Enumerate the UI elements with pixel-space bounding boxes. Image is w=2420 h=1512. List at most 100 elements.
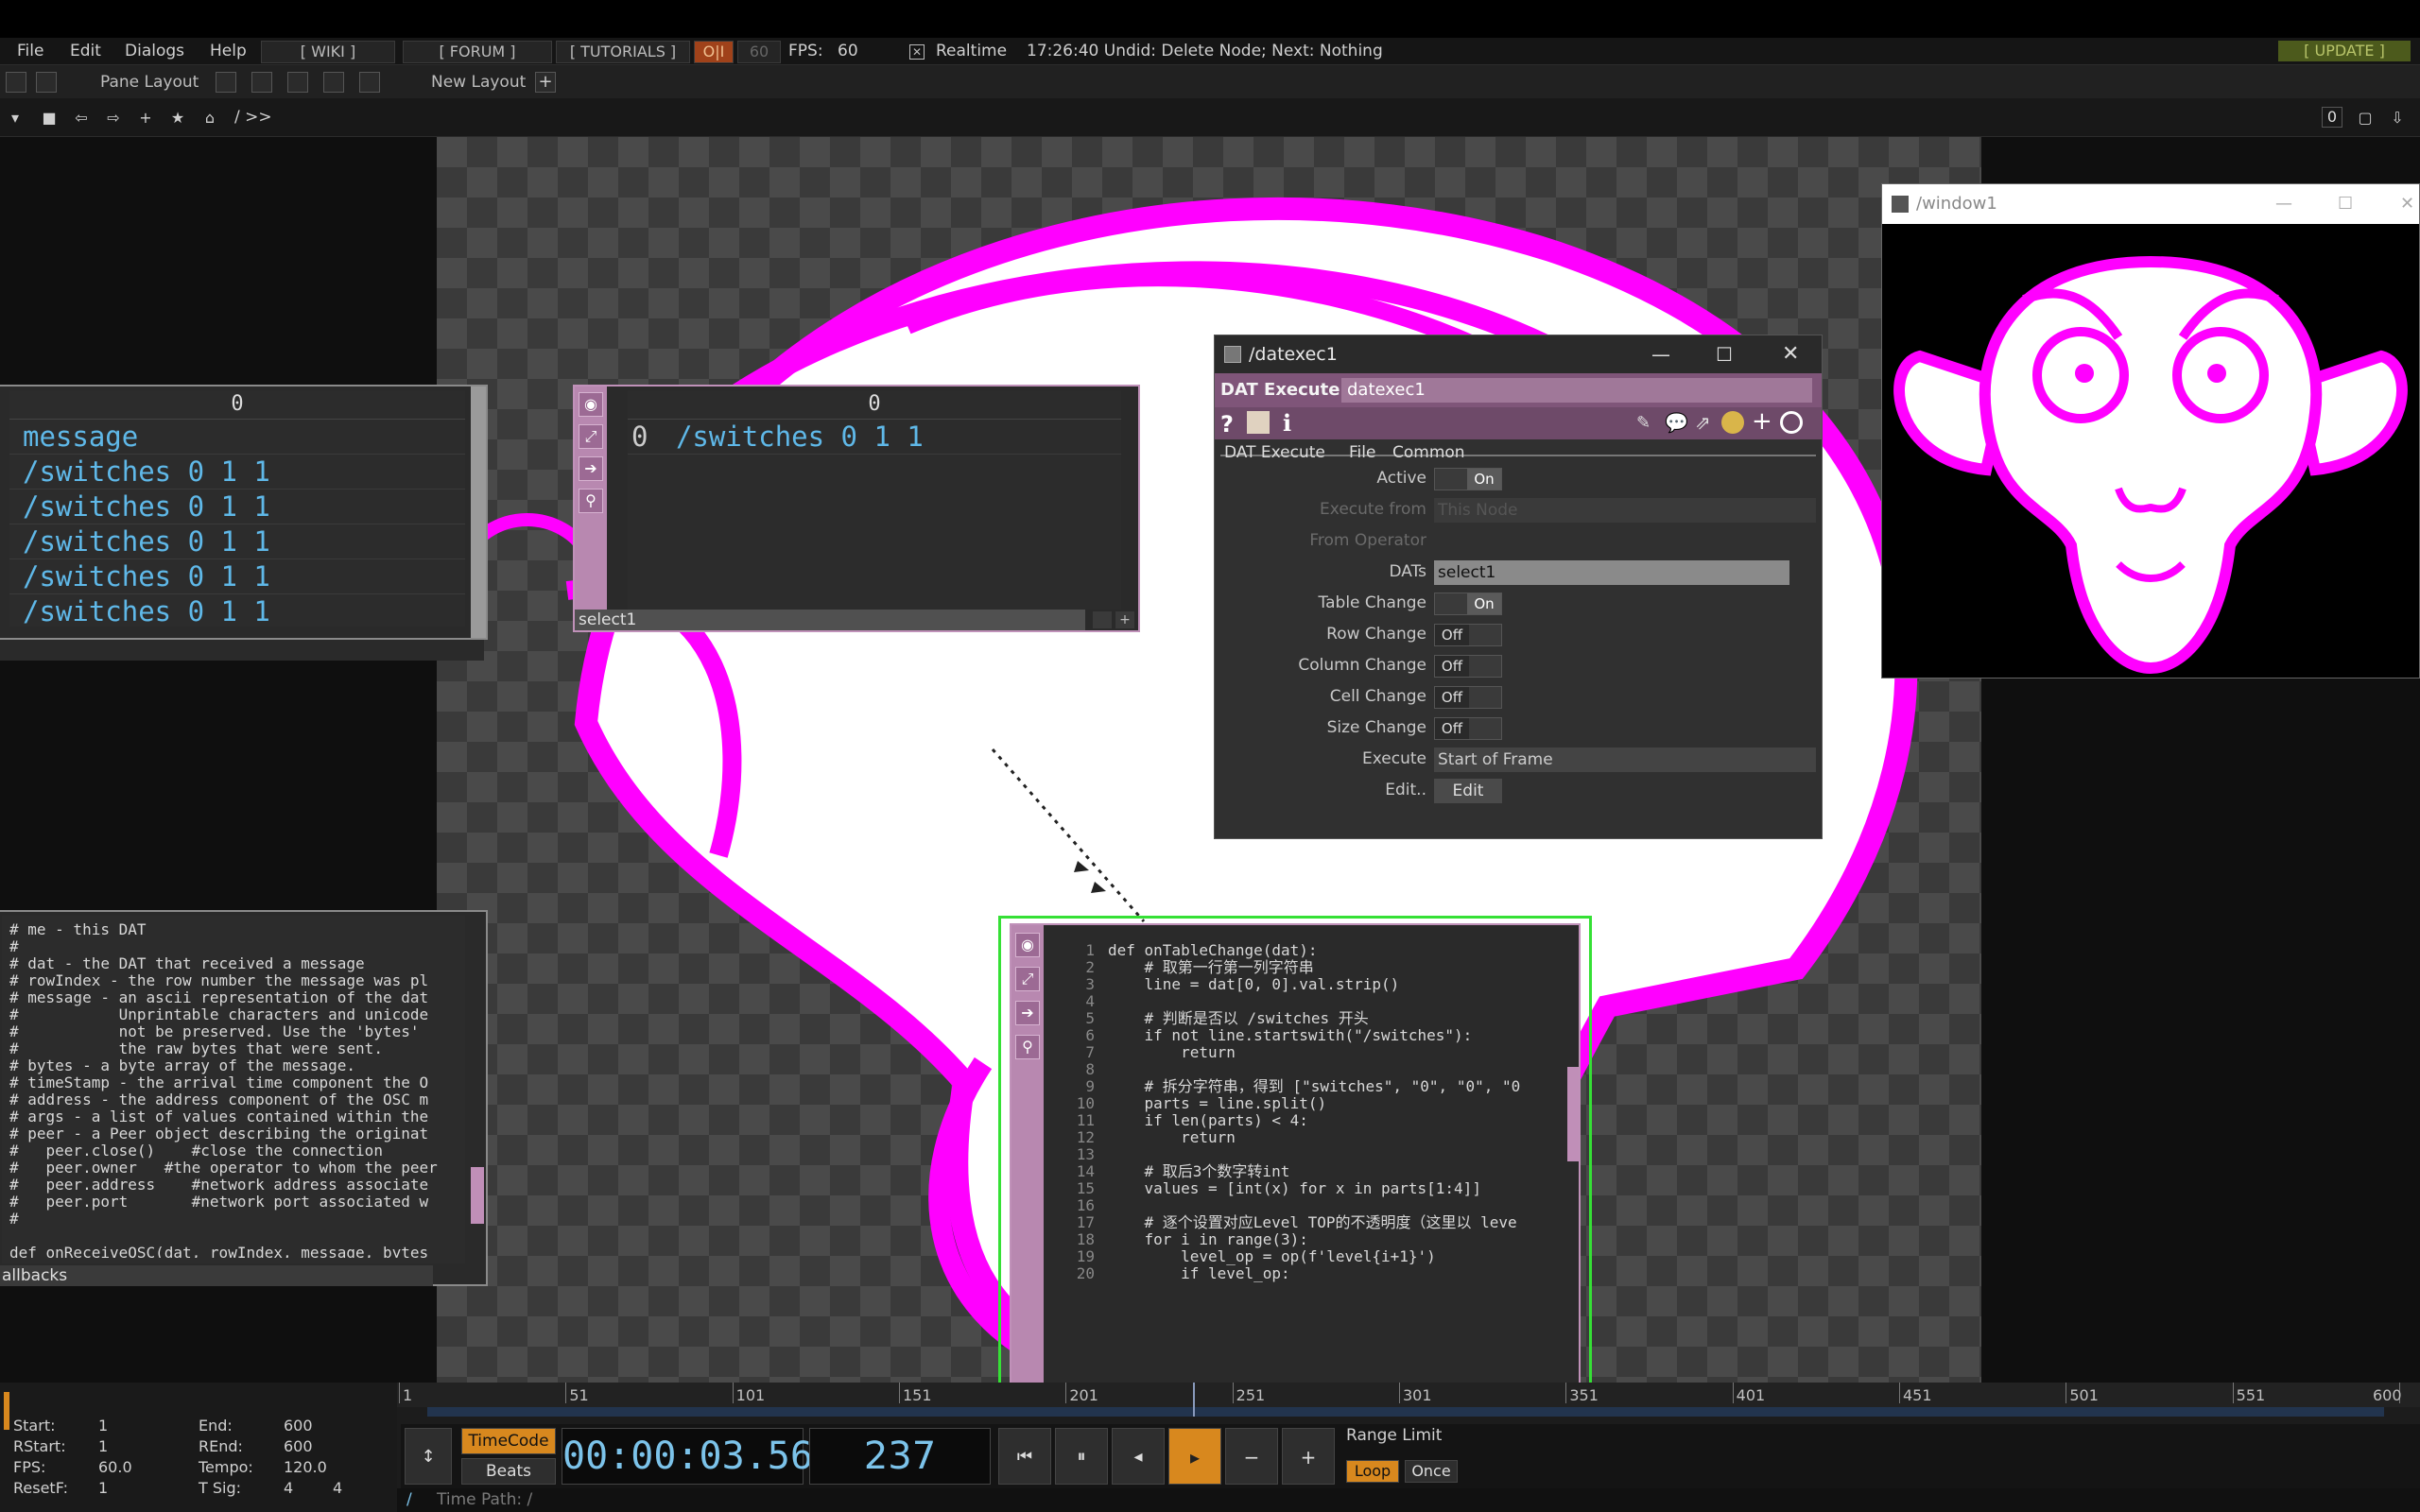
play-reverse-button[interactable]: ◂	[1112, 1428, 1165, 1485]
python-icon[interactable]	[1721, 411, 1744, 434]
stop-icon[interactable]: ■	[38, 107, 60, 129]
timecode-display[interactable]: 00:00:03.56	[562, 1428, 813, 1485]
pane-image-icon[interactable]	[6, 72, 26, 93]
tab-file[interactable]: File	[1349, 443, 1375, 462]
info-icon[interactable]: i	[1283, 409, 1291, 437]
maximize-icon[interactable]: ☐	[1716, 335, 1733, 373]
param-menu-disabled[interactable]: This Node	[1434, 498, 1816, 523]
layout-split-v-icon[interactable]	[251, 72, 272, 93]
menu-edit[interactable]: Edit	[70, 38, 101, 64]
minimize-icon[interactable]: —	[1651, 335, 1670, 373]
add-icon[interactable]: +	[134, 107, 157, 129]
datexec1-bypass-icon[interactable]: ⤢	[1015, 967, 1040, 991]
bookmark-icon[interactable]: ★	[166, 107, 189, 129]
layout-single-icon[interactable]	[216, 72, 236, 93]
menu-dialogs[interactable]: Dialogs	[125, 38, 184, 64]
end-value[interactable]: 600	[284, 1417, 313, 1435]
transport-expand-icon[interactable]: ↕	[405, 1428, 452, 1485]
tempo-label: Tempo:	[199, 1458, 253, 1476]
back-icon[interactable]: ⇦	[70, 107, 93, 129]
tutorials-link[interactable]: [ TUTORIALS ]	[556, 41, 690, 63]
param-menu[interactable]: Start of Frame	[1434, 747, 1816, 772]
edit-pencil-icon[interactable]: ✎	[1636, 413, 1651, 433]
frame-display[interactable]: 237	[809, 1428, 991, 1485]
rewind-button[interactable]: ⏮	[998, 1428, 1051, 1485]
rend-value[interactable]: 600	[284, 1437, 313, 1455]
tsig-b[interactable]: 4	[333, 1479, 342, 1497]
power-toggle[interactable]: O|I	[694, 41, 734, 63]
param-toggle[interactable]: Off	[1434, 717, 1502, 740]
pause-button[interactable]: ⏸	[1055, 1428, 1108, 1485]
window1-close-icon[interactable]: ✕	[2400, 184, 2414, 224]
update-button[interactable]: [ UPDATE ]	[2278, 41, 2411, 61]
python-help-icon[interactable]	[1247, 411, 1270, 434]
param-toggle[interactable]: Off	[1434, 624, 1502, 646]
home-icon[interactable]: ⌂	[199, 107, 221, 129]
param-field[interactable]: select1	[1434, 560, 1789, 585]
callbacks-dat[interactable]: # me - this DAT # # dat - the DAT that rec…	[0, 910, 488, 1286]
window1-output[interactable]: /window1 — ☐ ✕	[1881, 183, 2420, 679]
param-toggle[interactable]: Off	[1434, 655, 1502, 678]
line-number: 2	[1085, 958, 1095, 976]
callbacks-name[interactable]: allbacks	[0, 1265, 433, 1286]
datexec1-viewer-icon[interactable]: ◉	[1015, 933, 1040, 957]
timeline-ruler[interactable]: 1 51 101 151 201 251 301 351 401 451 501 551 600	[397, 1383, 2420, 1407]
layout-split-h-icon[interactable]	[287, 72, 308, 93]
comment-icon[interactable]: 💬	[1665, 411, 1688, 434]
layout-three-icon[interactable]	[323, 72, 344, 93]
pane-index[interactable]: 0	[2322, 107, 2342, 128]
param-dialog-titlebar[interactable]: /datexec1 — ☐ ✕	[1215, 335, 1822, 373]
beats-toggle[interactable]: Beats	[461, 1458, 556, 1485]
rstart-value[interactable]: 1	[98, 1437, 108, 1455]
export-icon[interactable]: ⇩	[2386, 107, 2409, 129]
close-icon[interactable]: ✕	[1782, 335, 1799, 373]
timeline-range-bar[interactable]	[427, 1407, 2384, 1417]
window1-minimize-icon[interactable]: —	[2275, 184, 2292, 224]
tempo-value[interactable]: 120.0	[284, 1458, 327, 1476]
timecode-toggle[interactable]: TimeCode	[461, 1428, 556, 1454]
menu-file[interactable]: File	[17, 38, 43, 64]
resetf-value[interactable]: 1	[98, 1479, 108, 1497]
play-forward-button[interactable]: ▸	[1168, 1428, 1221, 1485]
dropdown-icon[interactable]: ▾	[4, 107, 26, 129]
callbacks-text-viewer[interactable]: # me - this DAT # # dat - the DAT that rec…	[2, 916, 465, 1263]
step-back-button[interactable]: −	[1225, 1428, 1278, 1485]
datexec1-display-icon[interactable]: ➔	[1015, 1001, 1040, 1025]
fps-cap[interactable]: 60	[737, 41, 781, 63]
param-toggle[interactable]: Off	[1434, 686, 1502, 709]
forum-link[interactable]: [ FORUM ]	[403, 41, 552, 63]
param-dialog[interactable]: /datexec1 — ☐ ✕ DAT Execute datexec1 ? i…	[1214, 335, 1823, 839]
datexec1-dat[interactable]: ◉ ⤢ ➔ ⚲ 1 def onTableChange(dat): 2 # 取第一行…	[1010, 923, 1581, 1383]
edit-button[interactable]: Edit	[1434, 779, 1502, 803]
tab-dat-execute[interactable]: DAT Execute	[1224, 443, 1325, 462]
tab-common[interactable]: Common	[1392, 443, 1465, 462]
realtime-checkbox-icon[interactable]: ✕	[909, 44, 925, 60]
datexec1-text-viewer[interactable]: 1 def onTableChange(dat): 2 # 取第一行第一列字符串 3 …	[1066, 933, 1560, 1383]
pane-anchor-icon[interactable]	[36, 72, 57, 93]
op-name-field[interactable]: datexec1	[1341, 378, 1812, 403]
param-toggle[interactable]: On	[1434, 468, 1502, 490]
step-forward-button[interactable]: +	[1282, 1428, 1335, 1485]
param-toggle[interactable]: On	[1434, 593, 1502, 615]
datexec1-lock-icon[interactable]: ⚲	[1015, 1035, 1040, 1059]
add-layout-button[interactable]: +	[535, 72, 556, 93]
maximize-pane-icon[interactable]: ▢	[2354, 107, 2377, 129]
start-value[interactable]: 1	[98, 1417, 108, 1435]
tsig-a[interactable]: 4	[284, 1479, 293, 1497]
wiki-link[interactable]: [ WIKI ]	[261, 41, 395, 63]
target-icon[interactable]	[1780, 411, 1803, 434]
once-toggle[interactable]: Once	[1405, 1460, 1458, 1483]
window1-maximize-icon[interactable]: ☐	[2338, 184, 2353, 224]
line-number: 17	[1076, 1213, 1095, 1231]
help-icon[interactable]: ?	[1220, 411, 1234, 438]
loop-toggle[interactable]: Loop	[1346, 1460, 1399, 1483]
export-param-icon[interactable]: ⇗	[1695, 411, 1711, 434]
menu-help[interactable]: Help	[210, 38, 247, 64]
fps-value-tl[interactable]: 60.0	[98, 1458, 132, 1476]
layout-quad-icon[interactable]	[359, 72, 380, 93]
playhead-line[interactable]	[1193, 1383, 1195, 1417]
network-path[interactable]: / >>	[234, 98, 272, 136]
window1-titlebar[interactable]: /window1 — ☐ ✕	[1882, 184, 2419, 224]
add-param-icon[interactable]: +	[1752, 407, 1772, 436]
forward-icon[interactable]: ⇨	[102, 107, 125, 129]
